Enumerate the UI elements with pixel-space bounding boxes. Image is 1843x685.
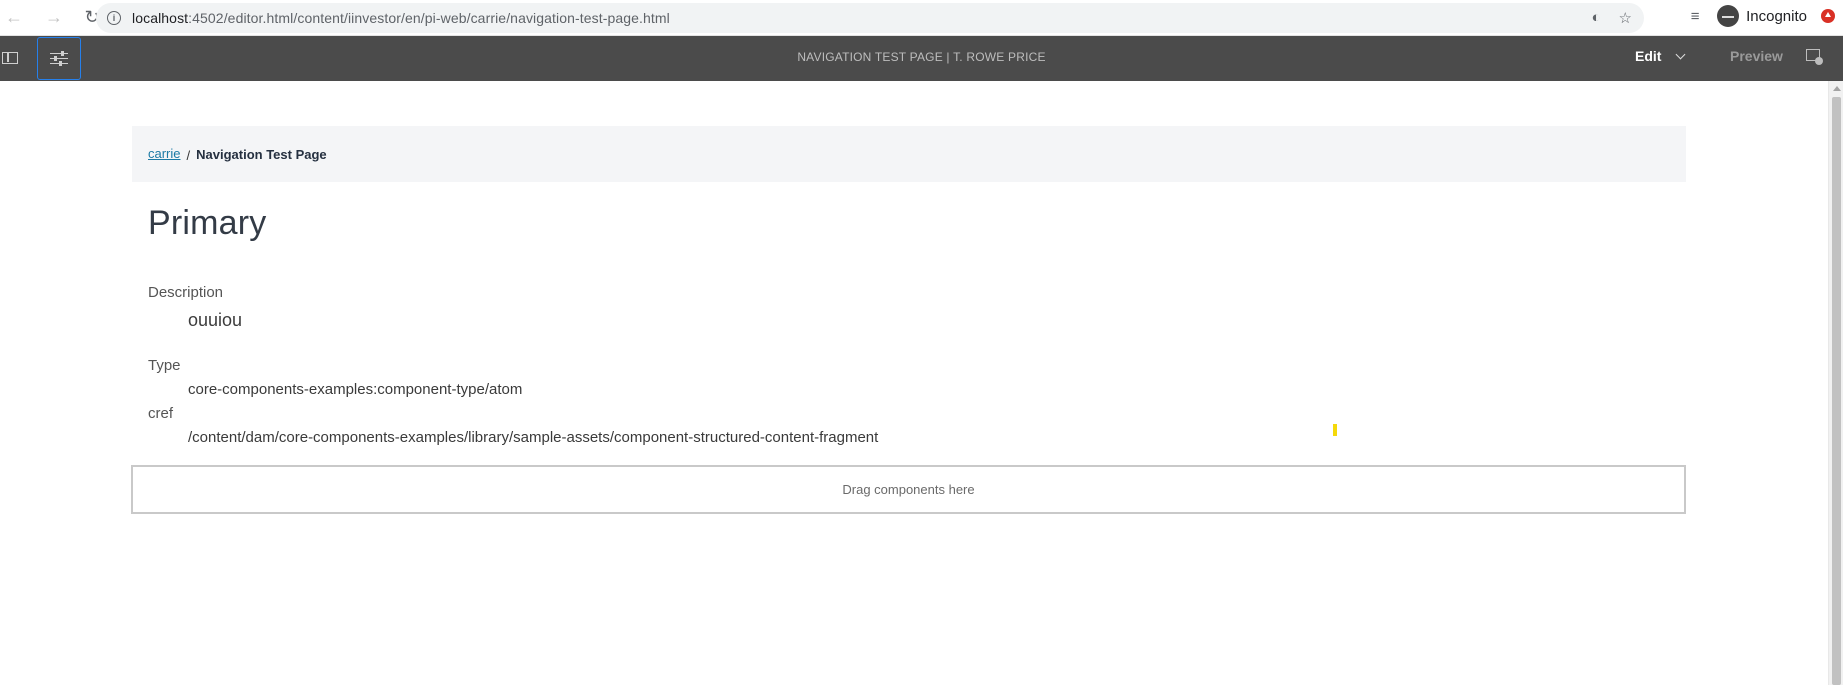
url-host: localhost xyxy=(132,10,189,26)
breadcrumb-link-carrie[interactable]: carrie xyxy=(148,146,181,161)
scrollbar-thumb[interactable] xyxy=(1832,97,1841,685)
description-label: Description xyxy=(148,284,224,301)
preview-button[interactable]: Preview xyxy=(1730,48,1783,64)
description-value: ouuiou xyxy=(188,310,243,330)
url-text[interactable]: localhost:4502/editor.html/content/iinve… xyxy=(132,10,670,26)
chevron-down-icon xyxy=(1676,49,1686,59)
star-icon[interactable]: ☆ xyxy=(1619,9,1632,27)
mode-selector[interactable]: Edit xyxy=(1635,48,1686,64)
address-bar[interactable]: i localhost:4502/editor.html/content/iin… xyxy=(96,3,1644,33)
page-title: NAVIGATION TEST PAGE | T. ROWE PRICE xyxy=(797,50,1046,64)
incognito-label: Incognito xyxy=(1746,7,1807,25)
text-cursor xyxy=(1333,424,1337,436)
forward-arrow-icon[interactable]: → xyxy=(40,4,68,32)
browser-toolbar: ← → ↻ i localhost:4502/editor.html/conte… xyxy=(0,0,1843,36)
editor-toolbar: NAVIGATION TEST PAGE | T. ROWE PRICE Edi… xyxy=(0,36,1843,81)
breadcrumb-current: Navigation Test Page xyxy=(196,146,327,162)
scroll-up-icon[interactable] xyxy=(1833,86,1841,91)
site-info-icon[interactable]: i xyxy=(107,11,121,25)
content-heading: Primary xyxy=(148,204,267,242)
component-dropzone[interactable]: Drag components here xyxy=(131,465,1686,514)
incognito-indicator[interactable]: Incognito xyxy=(1717,5,1807,27)
incognito-icon xyxy=(1717,5,1740,27)
url-path: :4502/editor.html/content/iinvestor/en/p… xyxy=(188,10,670,26)
emulator-icon[interactable] xyxy=(1806,49,1824,65)
breadcrumb-separator: / xyxy=(186,147,191,163)
scrollbar[interactable] xyxy=(1828,81,1843,685)
eye-slash-icon[interactable]: ◐ xyxy=(1591,9,1600,27)
type-label: Type xyxy=(148,357,181,374)
back-arrow-icon[interactable]: ← xyxy=(0,4,28,32)
dropzone-label: Drag components here xyxy=(842,482,975,497)
cref-label: cref xyxy=(148,405,174,422)
tab-search-icon[interactable]: ≡ xyxy=(1685,6,1705,26)
cref-value: /content/dam/core-components-examples/li… xyxy=(188,429,879,446)
breadcrumb: carrie / Navigation Test Page xyxy=(132,126,1686,182)
update-icon[interactable] xyxy=(1821,9,1835,23)
mode-label: Edit xyxy=(1635,48,1662,64)
type-value: core-components-examples:component-type/… xyxy=(188,381,523,398)
